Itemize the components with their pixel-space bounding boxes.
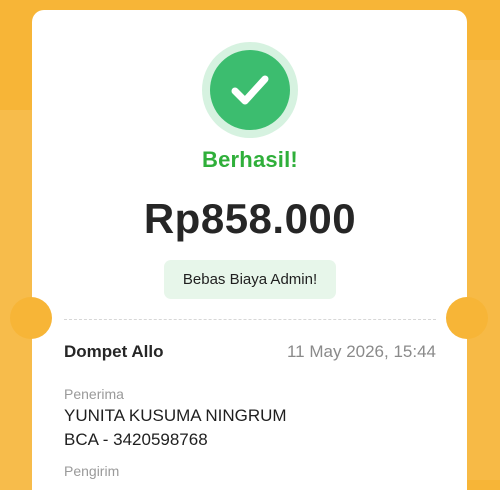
wallet-source: Dompet Allo bbox=[64, 342, 164, 361]
transaction-amount: Rp858.000 bbox=[143, 195, 357, 242]
fee-badge: Bebas Biaya Admin! bbox=[164, 260, 336, 299]
sender-label: Pengirim bbox=[64, 463, 120, 479]
recipient-name: YUNITA KUSUMA NINGRUM bbox=[64, 406, 287, 425]
recipient-label: Penerima bbox=[64, 386, 124, 402]
dashed-divider bbox=[64, 319, 436, 320]
transaction-datetime: 11 May 2026, 15:44 bbox=[286, 342, 436, 361]
recipient-account: BCA - 3420598768 bbox=[64, 430, 208, 449]
success-circle bbox=[210, 50, 290, 130]
receipt-notch-left bbox=[10, 297, 52, 339]
status-title: Berhasil! bbox=[202, 147, 298, 172]
success-badge bbox=[202, 42, 298, 138]
check-icon bbox=[231, 75, 269, 105]
receipt-notch-right bbox=[446, 297, 488, 339]
